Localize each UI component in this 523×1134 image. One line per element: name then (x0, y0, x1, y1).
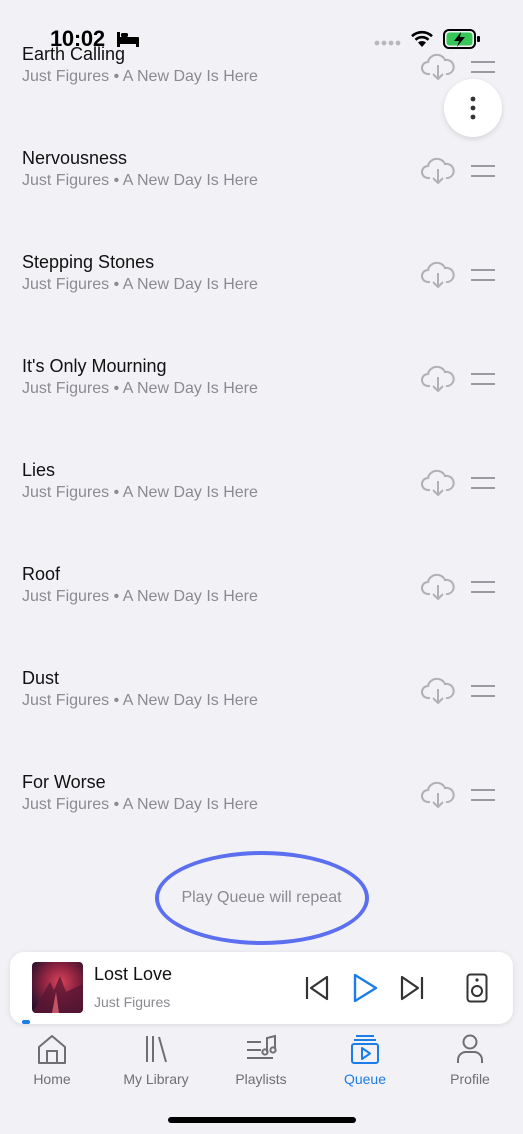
track-subtitle: Just Figures • A New Day Is Here (22, 172, 258, 189)
status-bar: 10:02 (0, 0, 523, 70)
home-icon (38, 1035, 66, 1064)
now-playing-artist: Just Figures (94, 994, 171, 1010)
track-row[interactable]: Lies Just Figures • A New Day Is Here (0, 460, 523, 520)
tab-my-library[interactable]: My Library (104, 1028, 208, 1098)
download-icon[interactable] (421, 468, 455, 498)
track-subtitle: Just Figures • A New Day Is Here (22, 796, 258, 813)
track-row[interactable]: Nervousness Just Figures • A New Day Is … (0, 148, 523, 208)
tab-home[interactable]: Home (0, 1028, 104, 1098)
track-subtitle: Just Figures • A New Day Is Here (22, 380, 258, 397)
track-row[interactable]: Stepping Stones Just Figures • A New Day… (0, 252, 523, 312)
drag-handle-icon[interactable] (470, 266, 496, 284)
vertical-ellipsis-icon (470, 96, 476, 120)
tab-label: Home (33, 1071, 71, 1087)
drag-handle-icon[interactable] (470, 162, 496, 180)
tab-profile[interactable]: Profile (418, 1028, 522, 1098)
playlists-icon (247, 1034, 277, 1059)
tab-label: Playlists (235, 1071, 287, 1087)
track-subtitle: Just Figures • A New Day Is Here (22, 68, 258, 85)
play-button[interactable] (351, 972, 379, 1004)
tab-label: Profile (450, 1071, 490, 1087)
track-subtitle: Just Figures • A New Day Is Here (22, 588, 258, 605)
sleep-focus-icon (117, 32, 139, 47)
track-title: Lies (22, 460, 56, 480)
track-title: Stepping Stones (22, 252, 155, 272)
download-icon[interactable] (421, 156, 455, 186)
track-row[interactable]: It's Only Mourning Just Figures • A New … (0, 356, 523, 416)
tab-label: Queue (343, 1071, 387, 1087)
mini-player[interactable]: Lost Love Just Figures (10, 952, 513, 1024)
track-subtitle: Just Figures • A New Day Is Here (22, 692, 258, 709)
track-row[interactable]: Roof Just Figures • A New Day Is Here (0, 564, 523, 624)
track-row[interactable]: For Worse Just Figures • A New Day Is He… (0, 772, 523, 832)
tab-label: My Library (123, 1071, 189, 1087)
track-title: Roof (22, 564, 61, 584)
more-options-button[interactable] (444, 79, 502, 137)
drag-handle-icon[interactable] (470, 578, 496, 596)
drag-handle-icon[interactable] (470, 474, 496, 492)
album-art-image (32, 976, 83, 1013)
status-time: 10:02 (50, 26, 105, 51)
track-subtitle: Just Figures • A New Day Is Here (22, 276, 258, 293)
cellular-signal-icon (374, 40, 401, 46)
download-icon[interactable] (421, 364, 455, 394)
track-subtitle: Just Figures • A New Day Is Here (22, 484, 258, 501)
drag-handle-icon[interactable] (470, 786, 496, 804)
library-icon (146, 1036, 167, 1063)
track-row[interactable]: Dust Just Figures • A New Day Is Here (0, 668, 523, 728)
next-track-button[interactable] (399, 974, 425, 1002)
profile-icon (457, 1034, 483, 1063)
tab-queue[interactable]: Queue (313, 1028, 417, 1098)
home-indicator (168, 1117, 356, 1123)
now-playing-title: Lost Love (94, 964, 173, 984)
output-device-button[interactable] (466, 973, 488, 1003)
album-art[interactable] (32, 962, 83, 1013)
download-icon[interactable] (421, 676, 455, 706)
previous-track-button[interactable] (304, 974, 330, 1002)
track-title: It's Only Mourning (22, 356, 167, 376)
tab-playlists[interactable]: Playlists (209, 1028, 313, 1098)
download-icon[interactable] (421, 780, 455, 810)
playback-progress (22, 1020, 30, 1024)
track-title: For Worse (22, 772, 106, 792)
track-title: Dust (22, 668, 60, 688)
drag-handle-icon[interactable] (470, 682, 496, 700)
track-title: Nervousness (22, 148, 128, 168)
drag-handle-icon[interactable] (470, 370, 496, 388)
wifi-icon (411, 30, 433, 47)
download-icon[interactable] (421, 260, 455, 290)
download-icon[interactable] (421, 572, 455, 602)
highlight-annotation (155, 851, 369, 945)
queue-icon (351, 1035, 379, 1064)
battery-charging-icon (443, 29, 480, 49)
